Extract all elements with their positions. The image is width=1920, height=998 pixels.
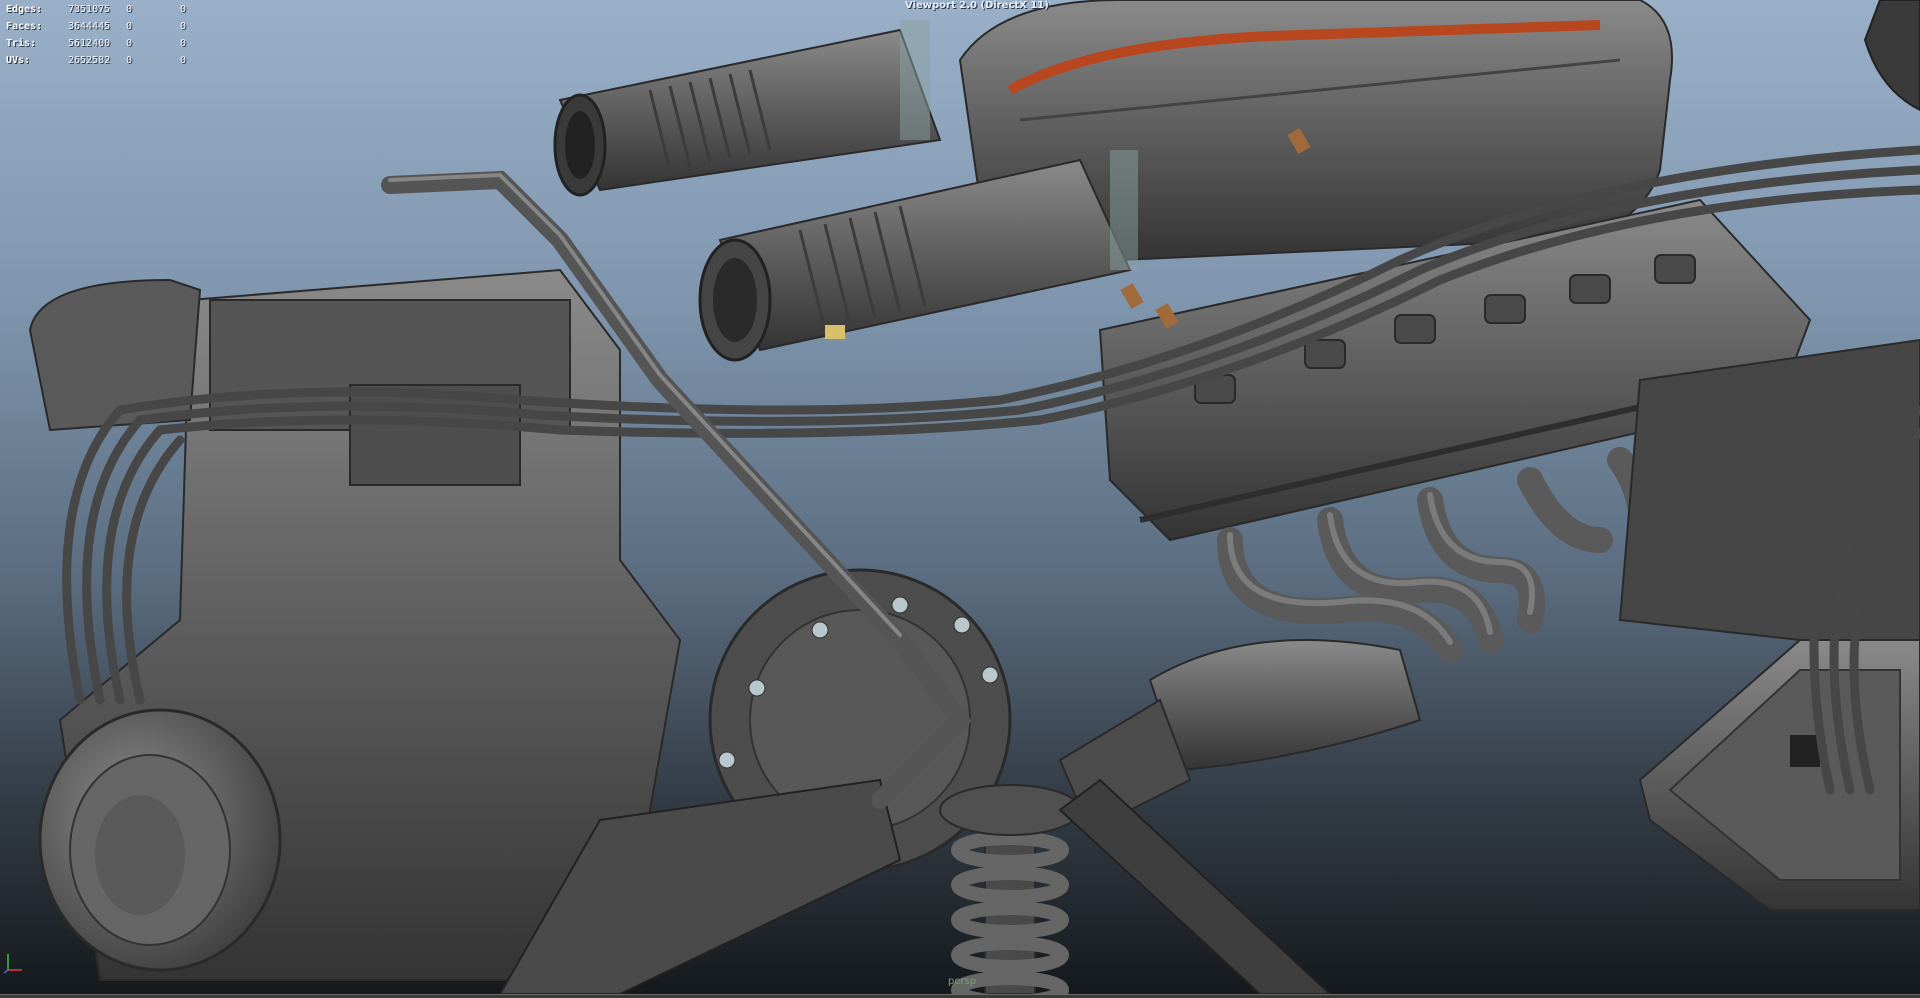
hud-selected-value-2: 0 (180, 55, 187, 66)
hud-selected-value: 0 (126, 21, 133, 32)
camera-name-label: persp (948, 976, 977, 987)
hud-selected-value-2: 0 (180, 4, 187, 15)
hud-selected-value: 0 (126, 55, 133, 66)
hud-label: Tris: (6, 38, 37, 49)
hud-poly-count: Edges: 7351075 0 0 Faces: 3644445 0 0 Tr… (6, 1, 234, 69)
shock-absorber[interactable] (939, 784, 1081, 994)
intake-tube-upper[interactable] (553, 20, 942, 197)
viewport-renderer-title: Viewport 2.0 (DirectX 11) (905, 0, 1049, 11)
hud-value: 5612400 (68, 38, 111, 49)
hud-value: 3644445 (68, 21, 111, 32)
steering-reservoir[interactable] (1863, 0, 1920, 112)
hud-selected-value: 0 (126, 38, 133, 49)
intake-tube-lower[interactable] (698, 150, 1138, 362)
viewport-bottom-bar (0, 994, 1920, 998)
hud-row-tris: Tris: 5612400 0 0 (6, 35, 234, 52)
hud-label: Edges: (6, 4, 43, 15)
hud-selected-value-2: 0 (180, 38, 187, 49)
hud-label: UVs: (6, 55, 31, 66)
axis-gizmo-icon (3, 954, 22, 974)
bell-housing[interactable] (38, 708, 282, 972)
hud-selected-value-2: 0 (180, 21, 187, 32)
maya-viewport[interactable]: Edges: 7351075 0 0 Faces: 3644445 0 0 Tr… (0, 0, 1920, 994)
hud-selected-value: 0 (126, 4, 133, 15)
hud-value: 7351075 (68, 4, 111, 15)
hud-label: Faces: (6, 21, 43, 32)
hud-row-uvs: UVs: 2652582 0 0 (6, 52, 234, 69)
side-tray[interactable] (1618, 338, 1920, 911)
engine-model-render[interactable] (0, 0, 1920, 994)
hud-row-edges: Edges: 7351075 0 0 (6, 1, 234, 18)
hud-value: 2652582 (68, 55, 111, 66)
hud-row-faces: Faces: 3644445 0 0 (6, 18, 234, 35)
